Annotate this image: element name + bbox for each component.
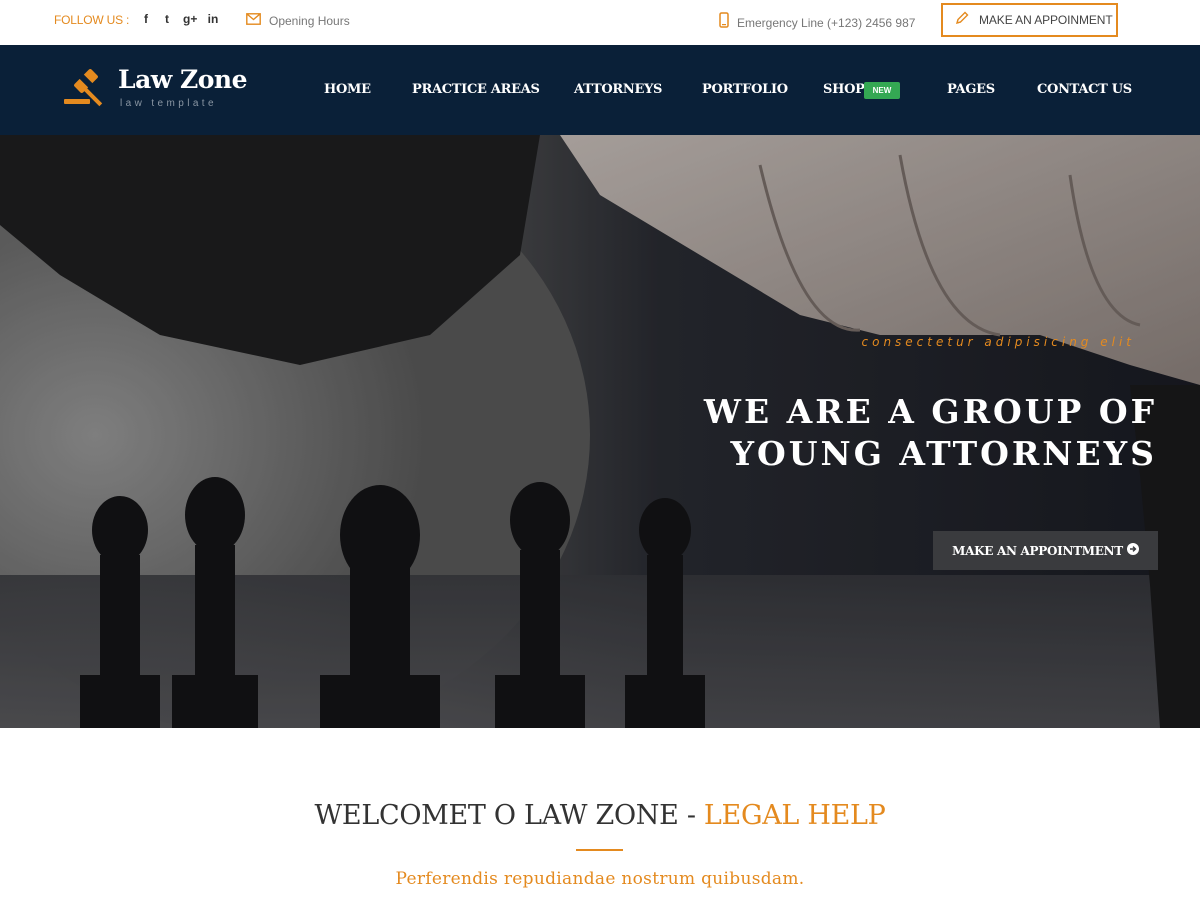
main-navbar: Law Zone law template HOME PRACTICE AREA…	[0, 45, 1200, 135]
make-appointment-top-label: MAKE AN APPOINMENT	[979, 13, 1113, 27]
twitter-icon[interactable]: t	[160, 12, 174, 26]
logo-tagline: law template	[120, 98, 217, 109]
hero-title-line-2: YOUNG ATTORNEYS	[730, 434, 1157, 473]
make-appointment-hero-button[interactable]: MAKE AN APPOINTMENT	[933, 531, 1158, 570]
hero-title: WE ARE A GROUP OF YOUNG ATTORNEYS	[640, 391, 1157, 475]
make-appointment-hero-label: MAKE AN APPOINTMENT	[952, 543, 1123, 558]
nav-home[interactable]: HOME	[324, 82, 371, 97]
linkedin-icon[interactable]: in	[206, 12, 220, 26]
gavel-icon	[64, 69, 103, 107]
nav-contact-us[interactable]: CONTACT US	[1037, 82, 1132, 97]
welcome-heading: WELCOMET O LAW ZONE - LEGAL HELP	[0, 800, 1200, 831]
emergency-line: Emergency Line (+123) 2456 987	[719, 12, 915, 33]
phone-icon	[719, 12, 729, 33]
hero-title-line-1: WE ARE A GROUP OF	[703, 392, 1157, 431]
site-logo[interactable]: Law Zone law template	[62, 65, 262, 115]
opening-hours-label: Opening Hours	[269, 14, 350, 28]
heading-divider	[576, 849, 623, 851]
arrow-right-circle-icon	[1126, 542, 1139, 560]
google-plus-icon[interactable]: g+	[183, 12, 197, 26]
make-appointment-top-button[interactable]: MAKE AN APPOINMENT	[941, 3, 1118, 37]
emergency-line-text: Emergency Line (+123) 2456 987	[737, 15, 916, 30]
pencil-icon	[955, 11, 969, 30]
nav-attorneys[interactable]: ATTORNEYS	[574, 82, 662, 97]
hero-slider: consectetur adipisicing elit WE ARE A GR…	[0, 135, 1200, 728]
opening-hours-link[interactable]: Opening Hours	[246, 12, 350, 30]
logo-name: Law Zone	[118, 65, 248, 94]
follow-us-label: FOLLOW US :	[54, 13, 130, 27]
nav-shop[interactable]: SHOP	[823, 82, 865, 97]
facebook-icon[interactable]: f	[139, 12, 153, 26]
envelope-icon	[246, 12, 261, 30]
hero-subtitle: consectetur adipisicing elit	[861, 335, 1135, 349]
nav-practice-areas[interactable]: PRACTICE AREAS	[412, 82, 540, 97]
welcome-heading-main: WELCOMET O LAW ZONE -	[314, 800, 704, 831]
nav-pages[interactable]: PAGES	[947, 82, 995, 97]
welcome-tagline: Perferendis repudiandae nostrum quibusda…	[395, 869, 805, 889]
nav-portfolio[interactable]: PORTFOLIO	[702, 82, 788, 97]
top-bar: FOLLOW US : f t g+ in Opening Hours Emer…	[0, 0, 1200, 45]
shop-new-badge: NEW	[864, 82, 900, 99]
welcome-heading-accent: LEGAL HELP	[703, 800, 886, 831]
